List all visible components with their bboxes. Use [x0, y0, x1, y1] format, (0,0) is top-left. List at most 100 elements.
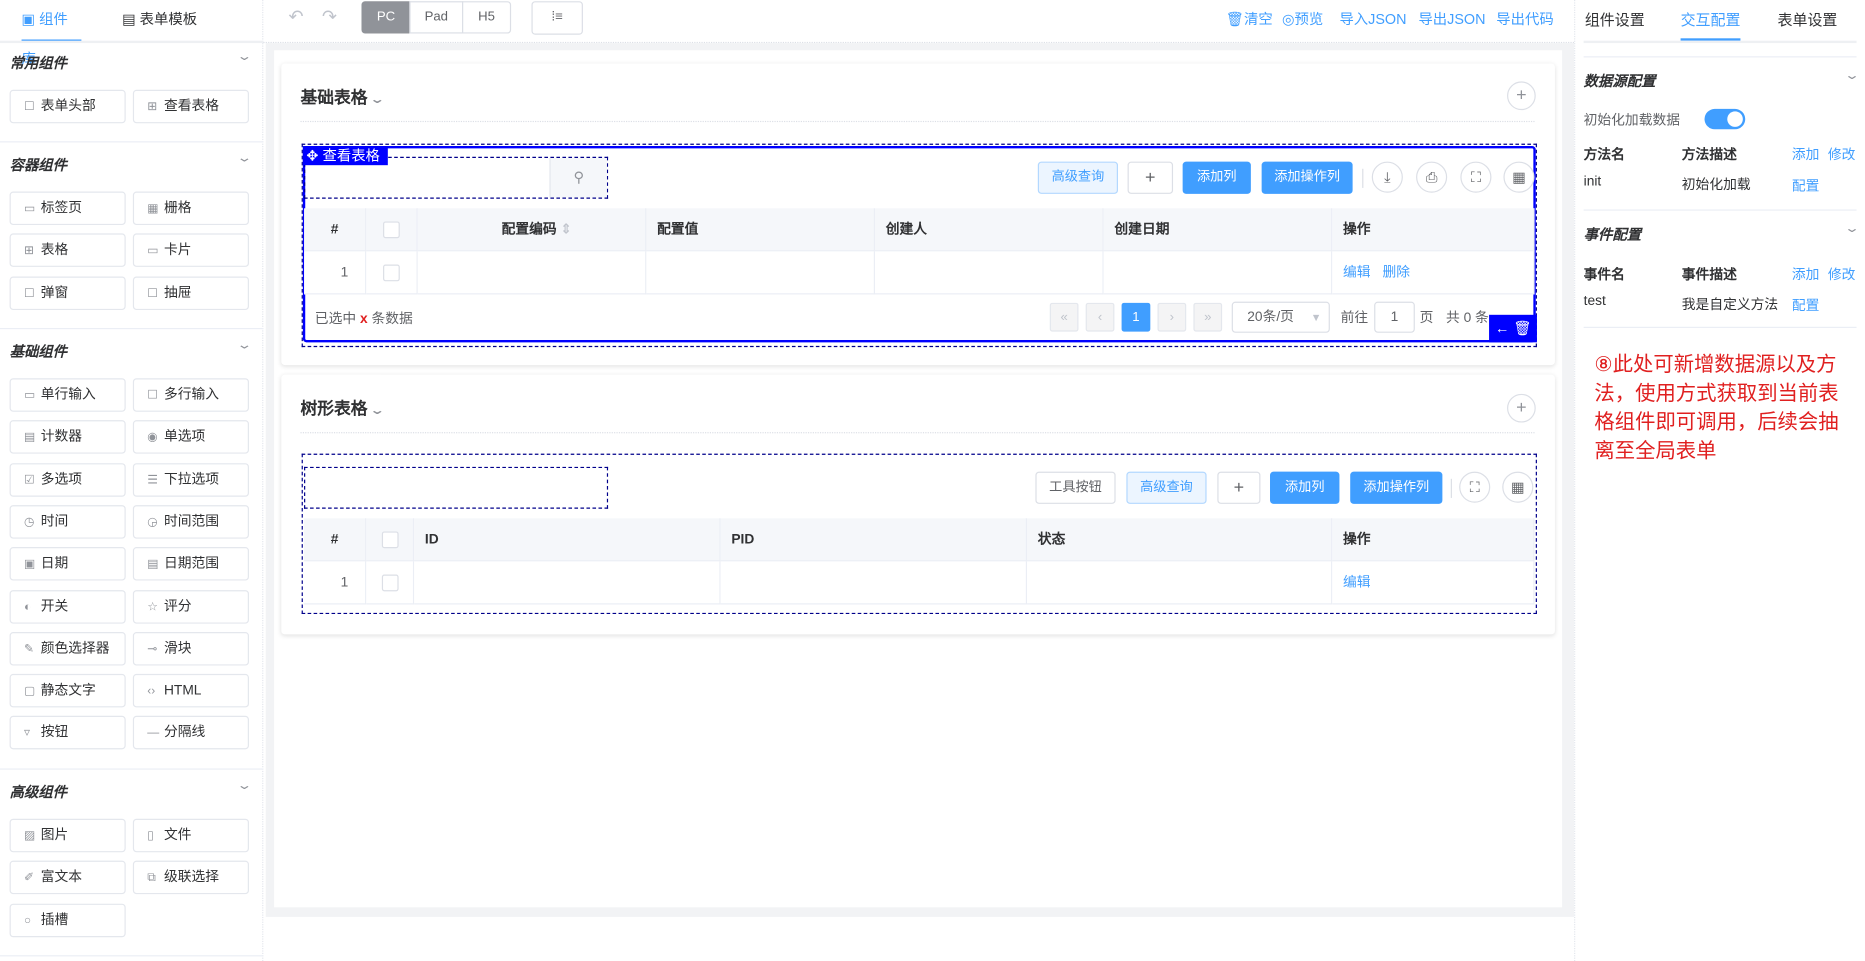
tab-component-settings[interactable]: 组件设置 — [1585, 0, 1645, 41]
edit-row-link[interactable]: 编辑 — [1343, 576, 1371, 590]
component-item[interactable]: ▤ 日期范围 — [132, 547, 249, 581]
tab-component-library[interactable]: ▣ 组件库 — [21, 0, 82, 67]
last-page-icon[interactable]: » — [1193, 302, 1223, 332]
columns-icon[interactable]: ▦ — [1502, 471, 1534, 503]
select-all-checkbox[interactable] — [381, 531, 399, 549]
component-item[interactable]: ▯ 文件 — [132, 818, 249, 853]
component-item[interactable]: ▭ 标签页 — [9, 191, 126, 226]
fullscreen-icon[interactable]: ⛶ — [1459, 471, 1491, 503]
column-header[interactable]: 配置值 — [646, 208, 876, 252]
widget-tag[interactable]: ✥ 查看表格 — [302, 146, 388, 166]
goto-page-input[interactable]: 1 — [1374, 301, 1415, 333]
component-item[interactable]: ‹› HTML — [132, 674, 249, 708]
print-icon[interactable]: ⎙ — [1416, 161, 1448, 193]
column-header[interactable]: 创建人 — [875, 208, 1104, 252]
redo-icon[interactable]: ↷ — [322, 6, 337, 28]
component-item[interactable]: ▨ 图片 — [9, 818, 126, 853]
clear-button[interactable]: 🗑清空 — [1226, 8, 1273, 28]
undo-icon[interactable]: ↶ — [288, 6, 303, 28]
component-item[interactable]: ☆ 评分 — [132, 589, 249, 624]
component-item[interactable]: ◶ 时间范围 — [132, 505, 249, 539]
datasource-section-title[interactable]: 数据源配置 — [1584, 71, 1656, 91]
add-column-button[interactable]: 添加列 — [1182, 161, 1251, 194]
export-code-button[interactable]: 导出代码 — [1496, 8, 1553, 28]
component-item[interactable]: ⊸ 滑块 — [132, 631, 249, 666]
component-item[interactable]: ▦ 栅格 — [132, 191, 249, 226]
add-column-button[interactable]: 添加列 — [1270, 471, 1340, 504]
tree-table-widget[interactable]: 工具按钮 高级查询 + 添加列 添加操作列 ⛶ ▦ #1 ID PID 状态 操作 编辑 — [301, 453, 1537, 615]
component-item[interactable]: ☐ 表单头部 — [9, 89, 126, 124]
add-event-link[interactable]: 添加 — [1792, 265, 1820, 284]
chevron-down-icon[interactable]: ⌄ — [1844, 223, 1860, 236]
component-item[interactable]: ☐ 抽屉 — [132, 276, 249, 310]
page-current[interactable]: 1 — [1121, 302, 1151, 332]
tree-view-button[interactable]: ⁞≡ — [531, 1, 583, 35]
section-title[interactable]: 容器组件 — [10, 154, 67, 174]
edit-event-link[interactable]: 修改 — [1828, 265, 1856, 284]
component-item[interactable]: ◐ 开关 — [9, 589, 126, 624]
edit-row-link[interactable]: 编辑 — [1343, 266, 1371, 280]
add-action-column-button[interactable]: 添加操作列 — [1350, 471, 1443, 504]
prev-page-icon[interactable]: ‹ — [1085, 302, 1115, 332]
component-item[interactable]: ☐ 弹窗 — [9, 276, 126, 310]
select-all-checkbox[interactable] — [383, 221, 400, 239]
column-header[interactable] — [366, 518, 415, 562]
component-item[interactable]: ◉ 单选项 — [132, 420, 249, 455]
column-header[interactable]: # — [304, 208, 367, 252]
column-header[interactable]: 创建日期 — [1103, 208, 1333, 252]
columns-icon[interactable]: ▦ — [1503, 161, 1535, 193]
component-item[interactable]: ▢ 静态文字 — [9, 674, 126, 708]
card-title[interactable]: 基础表格 ⌄ — [300, 85, 385, 109]
row-checkbox[interactable] — [381, 574, 399, 592]
configure-method-link[interactable]: 配置 — [1792, 176, 1820, 195]
next-page-icon[interactable]: › — [1157, 302, 1187, 332]
chevron-down-icon[interactable]: ⌄ — [1844, 69, 1860, 82]
advanced-search-button[interactable]: 高级查询 — [1037, 161, 1118, 194]
preview-button[interactable]: ◎预览 — [1282, 8, 1323, 28]
add-row-button[interactable]: + — [1127, 161, 1174, 194]
component-item[interactable]: ☐ 多行输入 — [132, 378, 249, 412]
component-item[interactable]: ▭ 卡片 — [132, 233, 249, 268]
add-row-button[interactable]: + — [1217, 471, 1261, 504]
table-widget-selected[interactable]: ✥ 查看表格 ⚲ 高级查询 + 添加列 添加操作列 ⤓ ⎙ ⛶ ▦ #1 配置编码… — [301, 143, 1537, 348]
section-title[interactable]: 基础组件 — [10, 341, 67, 361]
delete-icon[interactable]: 🗑 — [1513, 320, 1531, 337]
edit-method-link[interactable]: 修改 — [1828, 145, 1856, 164]
delete-row-link[interactable]: 删除 — [1383, 266, 1411, 280]
events-section-title[interactable]: 事件配置 — [1584, 224, 1641, 244]
tool-button[interactable]: 工具按钮 — [1035, 471, 1116, 504]
column-header[interactable]: 配置编码 ⇕ — [417, 208, 647, 252]
chevron-down-icon[interactable]: ⌄ — [236, 50, 252, 63]
add-method-link[interactable]: 添加 — [1792, 145, 1820, 164]
tab-interaction-config[interactable]: 交互配置 — [1680, 0, 1741, 41]
first-page-icon[interactable]: « — [1049, 302, 1079, 332]
column-header[interactable]: 操作 — [1332, 518, 1535, 562]
add-button[interactable]: + — [1507, 393, 1536, 423]
column-header[interactable]: # — [304, 518, 367, 562]
device-pc-button[interactable]: PC — [361, 1, 411, 34]
download-icon[interactable]: ⤓ — [1371, 161, 1403, 193]
add-action-column-button[interactable]: 添加操作列 — [1261, 161, 1353, 194]
component-item[interactable]: ⊞ 表格 — [9, 233, 126, 268]
device-pad-button[interactable]: Pad — [409, 1, 464, 34]
section-title[interactable]: 常用组件 — [10, 53, 67, 73]
component-item[interactable]: ⧉ 级联选择 — [132, 860, 249, 895]
sort-icon[interactable]: ⇕ — [557, 223, 573, 237]
import-json-button[interactable]: 导入JSON — [1339, 8, 1406, 28]
chevron-down-icon[interactable]: ⌄ — [236, 152, 252, 165]
page-size-select[interactable]: 20条/页 ▼ — [1231, 301, 1330, 333]
component-item[interactable]: ▤ 计数器 — [9, 420, 126, 455]
component-item[interactable]: ☰ 下拉选项 — [132, 462, 249, 497]
tab-form-settings[interactable]: 表单设置 — [1778, 0, 1838, 41]
column-header[interactable] — [366, 208, 418, 252]
export-json-button[interactable]: 导出JSON — [1418, 8, 1485, 28]
component-item[interactable]: ▣ 日期 — [9, 547, 126, 581]
section-title[interactable]: 高级组件 — [10, 782, 67, 802]
init-load-toggle[interactable] — [1704, 108, 1746, 130]
component-item[interactable]: ○ 插槽 — [9, 903, 126, 937]
column-header[interactable]: ID — [414, 518, 721, 562]
component-item[interactable]: ▭ 单行输入 — [9, 378, 126, 412]
chevron-down-icon[interactable]: ⌄ — [236, 339, 252, 352]
card-title[interactable]: 树形表格 ⌄ — [300, 396, 385, 420]
column-header[interactable]: 状态 — [1027, 518, 1333, 562]
